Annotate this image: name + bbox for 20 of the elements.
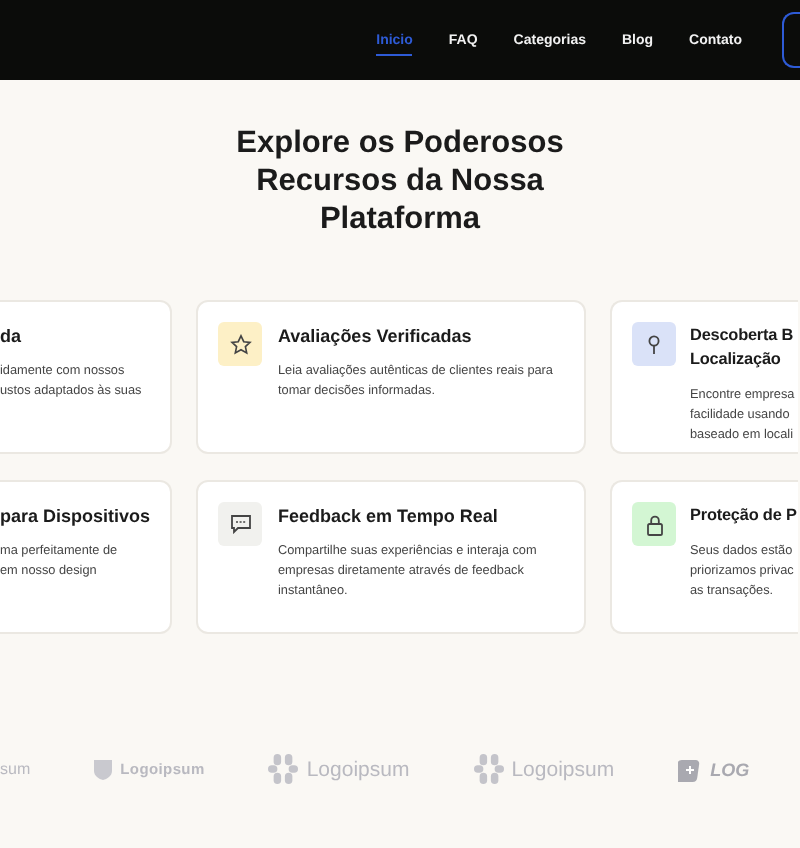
card-title: Descoberta B Localização	[690, 324, 795, 372]
card-title: Proteção de P	[690, 504, 797, 528]
logo-text: LOG	[710, 759, 750, 779]
chat-icon	[229, 514, 251, 534]
card-title: Avaliações Verificadas	[278, 324, 474, 348]
logo-text: Logoipsum	[306, 757, 410, 781]
pin-icon	[646, 333, 662, 355]
box-icon	[678, 757, 703, 781]
logo-text: sum	[0, 760, 31, 778]
lock-icon	[645, 513, 663, 535]
card-title: para Dispositivos	[0, 504, 151, 528]
flower-icon	[473, 754, 504, 784]
card-title: da	[0, 324, 24, 348]
flower-icon	[268, 754, 299, 784]
logo-text: Logoipsum	[511, 757, 615, 781]
star-icon	[229, 333, 251, 355]
card-title: Feedback em Tempo Real	[278, 504, 500, 528]
nav-button[interactable]	[782, 12, 800, 68]
shield-icon	[94, 759, 113, 779]
section-heading: Explore os Poderosos Recursos da Nossa Plataforma	[234, 124, 566, 238]
